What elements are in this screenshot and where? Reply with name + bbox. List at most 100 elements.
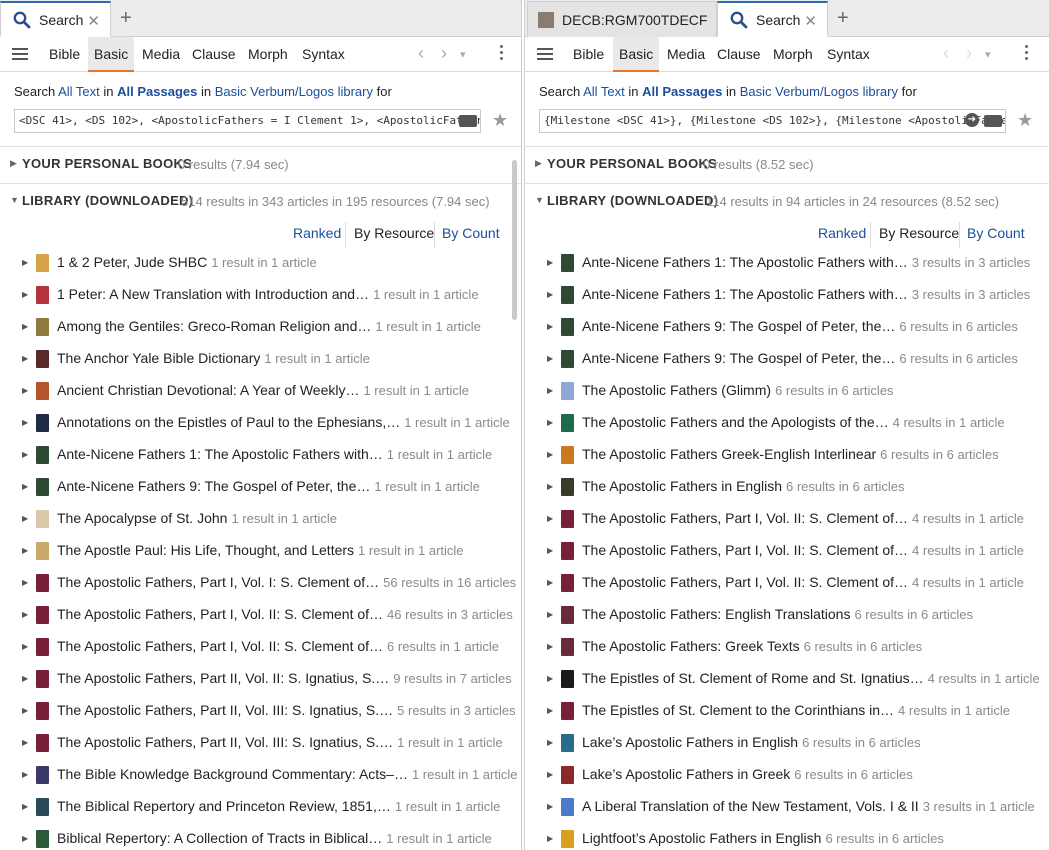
expand-arrow-icon[interactable]: ▶ (547, 802, 553, 811)
result-row[interactable]: ▶ The Apostle Paul: His Life, Thought, an… (0, 538, 521, 564)
expand-arrow-icon[interactable]: ▶ (547, 706, 553, 715)
expand-arrow-icon[interactable]: ▶ (547, 418, 553, 427)
history-dropdown-icon[interactable]: ▾ (985, 48, 991, 61)
result-title[interactable]: The Epistles of St. Clement of Rome and … (582, 670, 1040, 686)
expand-arrow-icon[interactable]: ▶ (547, 514, 553, 523)
expand-arrow-icon[interactable]: ▶ (547, 386, 553, 395)
expand-arrow-icon[interactable]: ▶ (547, 738, 553, 747)
result-row[interactable]: ▶ The Apostolic Fathers, Part I, Vol. I: … (0, 570, 521, 596)
sort-by-count[interactable]: By Count (967, 225, 1025, 241)
expand-arrow-icon[interactable]: ▶ (547, 610, 553, 619)
resource-title[interactable]: The Apocalypse of St. John (57, 510, 227, 526)
result-title[interactable]: The Biblical Repertory and Princeton Rev… (57, 798, 500, 814)
close-tab-icon[interactable]: ✕ (87, 12, 100, 30)
result-row[interactable]: ▶ The Apocalypse of St. John 1 result in 1… (0, 506, 521, 532)
scope-link[interactable]: All Text (58, 84, 100, 99)
result-row[interactable]: ▶ Ancient Christian Devotional: A Year of… (0, 378, 521, 404)
expand-arrow-icon[interactable]: ▶ (547, 546, 553, 555)
resource-title[interactable]: The Apostolic Fathers in English (582, 478, 782, 494)
result-title[interactable]: The Apostolic Fathers and the Apologists… (582, 414, 1005, 430)
sort-by-resource[interactable]: By Resource (354, 225, 434, 241)
tab-basic[interactable]: Basic (88, 37, 135, 72)
result-row[interactable]: ▶ Annotations on the Epistles of Paul to … (0, 410, 521, 436)
star-icon[interactable]: ★ (492, 110, 508, 131)
result-row[interactable]: ▶ The Biblical Repertory and Princeton Re… (0, 794, 521, 820)
expand-arrow-icon[interactable]: ▶ (547, 258, 553, 267)
expand-arrow-icon[interactable]: ▶ (22, 610, 28, 619)
tab-media[interactable]: Media (661, 37, 711, 72)
resource-title[interactable]: Biblical Repertory: A Collection of Trac… (57, 830, 382, 846)
result-row[interactable]: ▶ The Apostolic Fathers, Part II, Vol. II… (0, 730, 521, 756)
result-row[interactable]: ▶ Among the Gentiles: Greco-Roman Religio… (0, 314, 521, 340)
result-row[interactable]: ▶ The Apostolic Fathers, Part I, Vol. II:… (0, 634, 521, 660)
expand-arrow-icon[interactable]: ▶ (547, 834, 553, 843)
result-row[interactable]: ▶ The Apostolic Fathers (Glimm) 6 results … (525, 378, 1049, 404)
result-title[interactable]: The Epistles of St. Clement to the Corin… (582, 702, 1010, 718)
keyboard-icon[interactable] (459, 115, 477, 127)
expand-arrow-icon[interactable]: ▶ (22, 642, 28, 651)
menu-icon[interactable] (12, 48, 28, 60)
menu-icon[interactable] (537, 48, 553, 60)
search-input[interactable]: <DSC 41>, <DS 102>, <ApostolicFathers = … (14, 109, 481, 133)
result-title[interactable]: Ante-Nicene Fathers 1: The Apostolic Fat… (582, 254, 1030, 270)
result-row[interactable]: ▶ Ante-Nicene Fathers 9: The Gospel of Pe… (525, 314, 1049, 340)
result-row[interactable]: ▶ Ante-Nicene Fathers 1: The Apostolic Fa… (525, 250, 1049, 276)
back-icon[interactable]: ‹ (943, 43, 949, 64)
tab-morph[interactable]: Morph (767, 37, 819, 72)
resource-title[interactable]: The Apostolic Fathers, Part I, Vol. II: … (582, 574, 908, 590)
resource-title[interactable]: The Apostolic Fathers, Part I, Vol. II: … (582, 542, 908, 558)
result-title[interactable]: The Apostolic Fathers Greek-English Inte… (582, 446, 999, 462)
personal-books-section[interactable]: ▶ YOUR PERSONAL BOOKS 0 results (8.52 se… (525, 155, 1049, 175)
result-row[interactable]: ▶ A Liberal Translation of the New Testam… (525, 794, 1049, 820)
result-row[interactable]: ▶ The Apostolic Fathers, Part I, Vol. II:… (525, 570, 1049, 596)
tab-basic[interactable]: Basic (613, 37, 660, 72)
sort-ranked[interactable]: Ranked (293, 225, 341, 241)
result-title[interactable]: The Apostolic Fathers, Part II, Vol. II:… (57, 670, 512, 686)
tab-search[interactable]: Search ✕ (0, 1, 111, 37)
result-row[interactable]: ▶ The Apostolic Fathers, Part II, Vol. II… (0, 666, 521, 692)
result-title[interactable]: The Apostolic Fathers in English 6 result… (582, 478, 905, 494)
resource-title[interactable]: Ante-Nicene Fathers 9: The Gospel of Pet… (582, 350, 895, 366)
result-row[interactable]: ▶ Lightfoot’s Apostolic Fathers in Englis… (525, 826, 1049, 850)
expand-arrow-icon[interactable]: ▶ (22, 482, 28, 491)
expand-arrow-icon[interactable]: ▶ (22, 418, 28, 427)
go-arrow-icon[interactable]: ➜ (965, 113, 979, 127)
expand-arrow-icon[interactable]: ▶ (22, 770, 28, 779)
result-row[interactable]: ▶ Lake’s Apostolic Fathers in English 6 re… (525, 730, 1049, 756)
result-title[interactable]: Lake’s Apostolic Fathers in English 6 res… (582, 734, 921, 750)
expand-arrow-icon[interactable]: ▶ (22, 706, 28, 715)
result-row[interactable]: ▶ The Anchor Yale Bible Dictionary 1 resul… (0, 346, 521, 372)
resource-title[interactable]: The Apostolic Fathers, Part I, Vol. II: … (57, 606, 383, 622)
result-title[interactable]: 1 & 2 Peter, Jude SHBC 1 result in 1 arti… (57, 254, 317, 270)
resource-title[interactable]: Ante-Nicene Fathers 9: The Gospel of Pet… (57, 478, 370, 494)
expand-arrow-icon[interactable]: ▶ (547, 322, 553, 331)
result-title[interactable]: The Apostolic Fathers, Part I, Vol. II: … (57, 638, 499, 654)
history-dropdown-icon[interactable]: ▾ (460, 48, 466, 61)
expand-arrow-icon[interactable]: ▶ (22, 834, 28, 843)
resource-title[interactable]: Lake’s Apostolic Fathers in Greek (582, 766, 790, 782)
result-title[interactable]: The Apostolic Fathers, Part I, Vol. II: … (582, 542, 1024, 558)
resource-title[interactable]: Ancient Christian Devotional: A Year of … (57, 382, 359, 398)
resource-title[interactable]: The Biblical Repertory and Princeton Rev… (57, 798, 391, 814)
result-title[interactable]: 1 Peter: A New Translation with Introduc… (57, 286, 479, 302)
expand-arrow-icon[interactable]: ▶ (547, 770, 553, 779)
result-title[interactable]: The Apostolic Fathers (Glimm) 6 results i… (582, 382, 894, 398)
expand-arrow-icon[interactable]: ▶ (22, 450, 28, 459)
result-row[interactable]: ▶ The Bible Knowledge Background Commenta… (0, 762, 521, 788)
passages-link[interactable]: All Passages (642, 84, 722, 99)
sort-by-resource[interactable]: By Resource (879, 225, 959, 241)
scope-link[interactable]: All Text (583, 84, 625, 99)
result-title[interactable]: Ante-Nicene Fathers 9: The Gospel of Pet… (57, 478, 480, 494)
result-row[interactable]: ▶ Ante-Nicene Fathers 1: The Apostolic Fa… (0, 442, 521, 468)
result-title[interactable]: Ante-Nicene Fathers 1: The Apostolic Fat… (57, 446, 492, 462)
expand-arrow-icon[interactable]: ▶ (547, 290, 553, 299)
result-title[interactable]: The Apostolic Fathers, Part II, Vol. III… (57, 734, 503, 750)
result-title[interactable]: The Anchor Yale Bible Dictionary 1 result… (57, 350, 370, 366)
tab-clause[interactable]: Clause (186, 37, 242, 72)
result-title[interactable]: The Apostolic Fathers, Part I, Vol. I: S… (57, 574, 516, 590)
result-row[interactable]: ▶ The Apostolic Fathers in English 6 resul… (525, 474, 1049, 500)
resource-title[interactable]: The Epistles of St. Clement to the Corin… (582, 702, 894, 718)
result-row[interactable]: ▶ Lake’s Apostolic Fathers in Greek 6 resu… (525, 762, 1049, 788)
resource-title[interactable]: The Apostolic Fathers: English Translati… (582, 606, 850, 622)
result-row[interactable]: ▶ Ante-Nicene Fathers 9: The Gospel of Pe… (525, 346, 1049, 372)
